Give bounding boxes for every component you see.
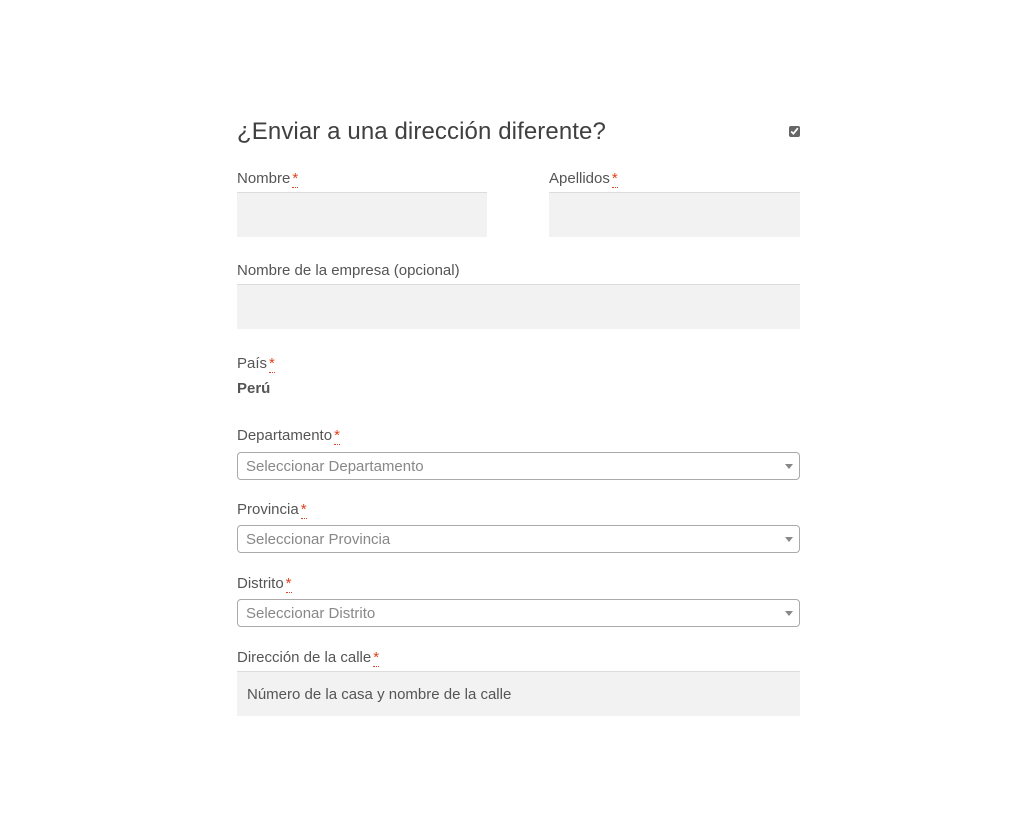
chevron-down-icon: [785, 464, 793, 469]
province-label: Provincia *: [237, 501, 307, 519]
department-label: Departamento *: [237, 427, 340, 445]
first-name-label-text: Nombre: [237, 170, 291, 187]
company-field[interactable]: [237, 284, 800, 329]
country-label-text: País: [237, 355, 268, 372]
province-select[interactable]: Seleccionar Provincia: [237, 525, 800, 553]
ship-to-different-row: ¿Enviar a una dirección diferente?: [237, 110, 800, 154]
country-value: Perú: [237, 380, 271, 397]
chevron-down-icon: [785, 537, 793, 542]
department-label-text: Departamento: [237, 427, 333, 444]
street-address-field[interactable]: [237, 671, 800, 716]
street-label-text: Dirección de la calle: [237, 649, 372, 666]
district-select-value: Seleccionar Distrito: [246, 605, 376, 622]
company-label-text: Nombre de la empresa (opcional): [237, 262, 460, 279]
district-label-text: Distrito: [237, 575, 284, 592]
first-name-label: Nombre *: [237, 170, 299, 188]
required-mark: *: [292, 170, 299, 188]
required-mark: *: [611, 170, 618, 188]
district-select[interactable]: Seleccionar Distrito: [237, 599, 800, 627]
street-label: Dirección de la calle *: [237, 649, 380, 667]
last-name-label-text: Apellidos: [549, 170, 610, 187]
company-label: Nombre de la empresa (opcional): [237, 262, 460, 279]
last-name-field[interactable]: [549, 192, 800, 237]
chevron-down-icon: [785, 611, 793, 616]
district-label: Distrito *: [237, 575, 292, 593]
ship-to-different-checkbox[interactable]: [789, 126, 800, 137]
province-select-value: Seleccionar Provincia: [246, 531, 391, 548]
required-mark: *: [334, 427, 340, 445]
required-mark: *: [373, 649, 380, 667]
required-mark: *: [300, 501, 307, 519]
shipping-form: ¿Enviar a una dirección diferente? Nombr…: [237, 110, 800, 716]
country-label: País *: [237, 355, 275, 373]
department-select-value: Seleccionar Departamento: [246, 458, 424, 475]
ship-to-different-heading: ¿Enviar a una dirección diferente?: [237, 118, 606, 145]
department-select[interactable]: Seleccionar Departamento: [237, 452, 800, 480]
required-mark: *: [285, 575, 292, 593]
last-name-label: Apellidos *: [549, 170, 618, 188]
required-mark: *: [269, 355, 275, 373]
province-label-text: Provincia: [237, 501, 299, 518]
first-name-field[interactable]: [237, 192, 487, 237]
